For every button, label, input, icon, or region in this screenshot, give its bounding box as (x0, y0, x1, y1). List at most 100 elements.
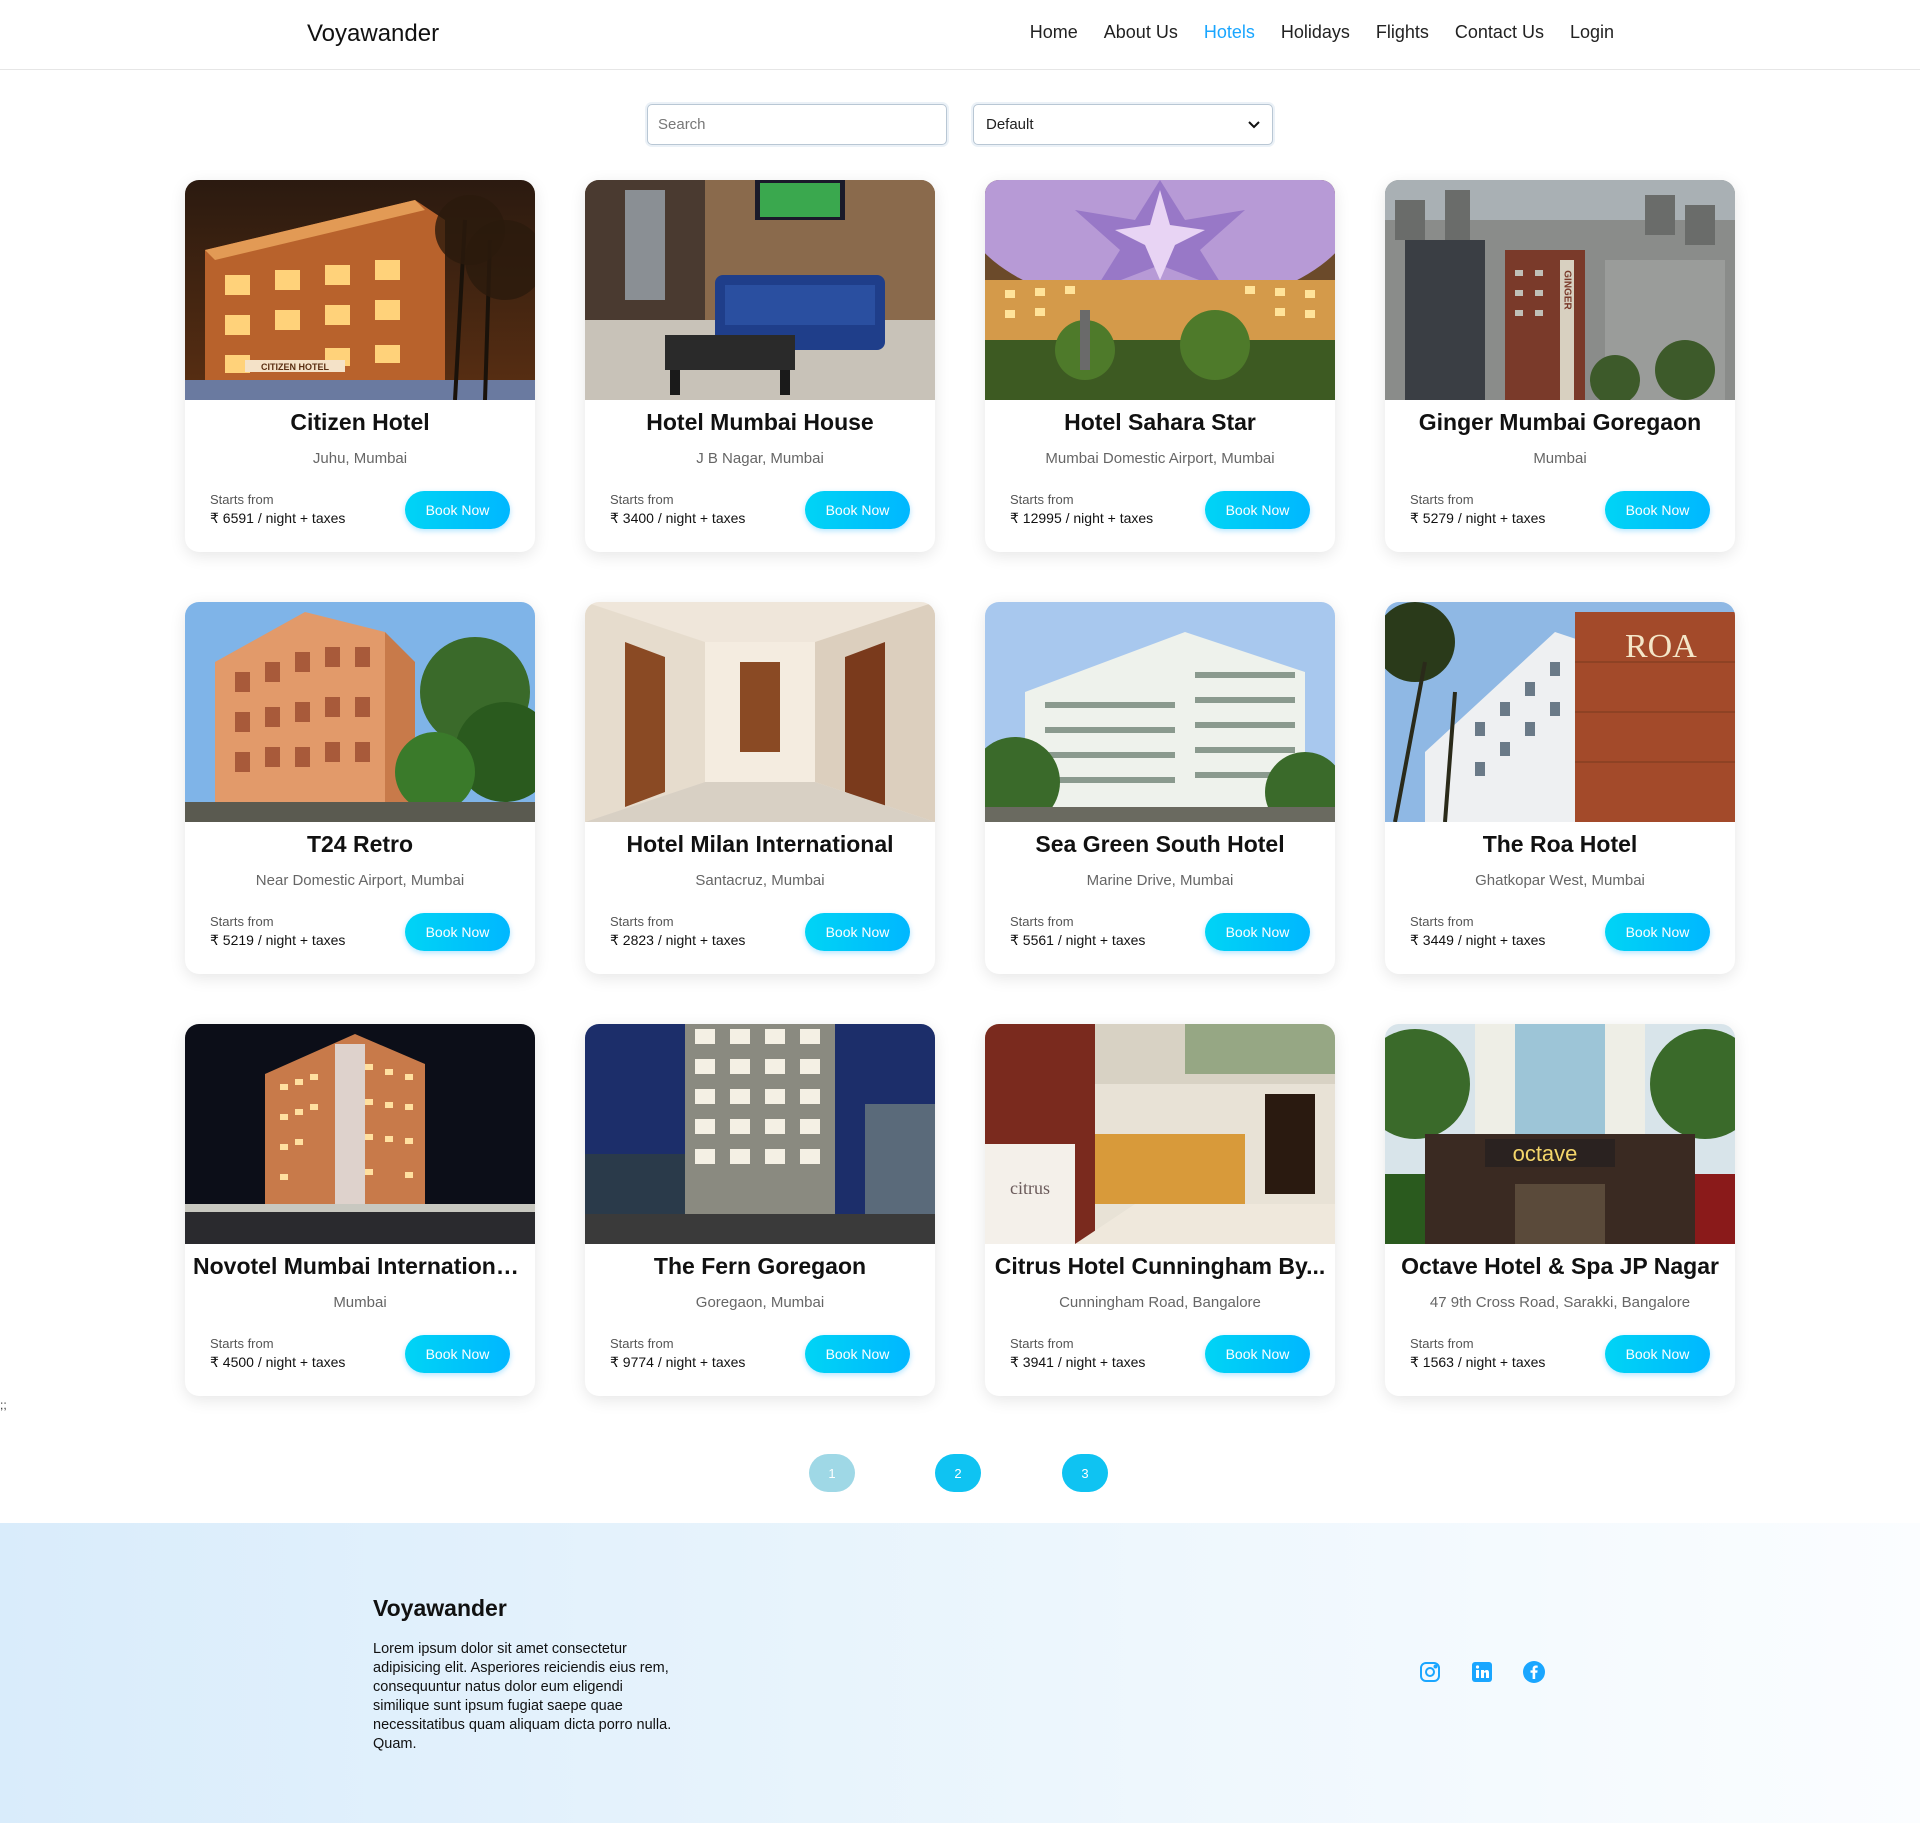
price-value: ₹ 3449 / night + taxes (1410, 932, 1546, 948)
price-value: ₹ 5279 / night + taxes (1410, 510, 1546, 526)
linkedin-icon[interactable] (1470, 1660, 1494, 1684)
hotel-location: Santacruz, Mumbai (695, 872, 825, 889)
price-value: ₹ 9774 / night + taxes (610, 1354, 746, 1370)
hotel-name[interactable]: Hotel Sahara Star (985, 409, 1335, 436)
hotel-card: The Fern Goregaon Goregaon, Mumbai Start… (585, 1024, 935, 1396)
hotel-image[interactable]: ROA (1385, 602, 1735, 822)
price-block: Starts from ₹ 3449 / night + taxes (1410, 914, 1545, 949)
hotel-name[interactable]: T24 Retro (185, 831, 535, 858)
hotel-image[interactable]: CITIZEN HOTEL (185, 180, 535, 400)
search-input[interactable] (647, 104, 947, 145)
hotel-image[interactable] (185, 1024, 535, 1244)
price-label: Starts from (1410, 492, 1474, 507)
hotel-location: Mumbai Domestic Airport, Mumbai (1045, 450, 1275, 467)
page-button-2[interactable]: 2 (935, 1454, 981, 1492)
book-now-button[interactable]: Book Now (805, 491, 910, 529)
price-block: Starts from ₹ 5561 / night + taxes (1010, 914, 1145, 949)
price-label: Starts from (1010, 914, 1074, 929)
hotel-image[interactable] (585, 1024, 935, 1244)
hotel-image[interactable]: GINGER (1385, 180, 1735, 400)
hotel-name[interactable]: The Fern Goregaon (585, 1253, 935, 1280)
price-value: ₹ 6591 / night + taxes (210, 510, 346, 526)
book-now-button[interactable]: Book Now (1205, 491, 1310, 529)
instagram-icon[interactable] (1418, 1660, 1442, 1684)
book-now-button[interactable]: Book Now (1605, 491, 1710, 529)
price-block: Starts from ₹ 2823 / night + taxes (610, 914, 745, 949)
nav-link-login[interactable]: Login (1570, 22, 1614, 43)
hotel-image[interactable] (985, 602, 1335, 822)
hotel-card: GINGER Ginger Mumbai Goregaon Mumbai Sta… (1385, 180, 1735, 552)
footer-description: Lorem ipsum dolor sit amet consectetur a… (373, 1641, 672, 1752)
hotel-name[interactable]: Ginger Mumbai Goregaon (1385, 409, 1735, 436)
hotel-location: Cunningham Road, Bangalore (1059, 1294, 1261, 1311)
book-now-button[interactable]: Book Now (1205, 913, 1310, 951)
nav-link-about-us[interactable]: About Us (1104, 22, 1178, 43)
price-value: ₹ 4500 / night + taxes (210, 1354, 346, 1370)
price-value: ₹ 3941 / night + taxes (1010, 1354, 1146, 1370)
book-now-button[interactable]: Book Now (1605, 1335, 1710, 1373)
price-value: ₹ 5561 / night + taxes (1010, 932, 1146, 948)
price-label: Starts from (610, 914, 674, 929)
hotel-name[interactable]: Hotel Milan International (585, 831, 935, 858)
book-now-button[interactable]: Book Now (1605, 913, 1710, 951)
nav-link-hotels[interactable]: Hotels (1204, 22, 1255, 43)
price-value: ₹ 1563 / night + taxes (1410, 1354, 1546, 1370)
hotel-card: Novotel Mumbai International... Mumbai S… (185, 1024, 535, 1396)
facebook-icon[interactable] (1522, 1660, 1546, 1684)
hotel-image[interactable] (585, 180, 935, 400)
hotel-location: Goregaon, Mumbai (695, 1294, 825, 1311)
book-now-button[interactable]: Book Now (405, 491, 510, 529)
price-value: ₹ 2823 / night + taxes (610, 932, 746, 948)
hotel-name[interactable]: Hotel Mumbai House (585, 409, 935, 436)
hotel-location: Juhu, Mumbai (312, 450, 408, 467)
book-now-button[interactable]: Book Now (405, 1335, 510, 1373)
hotel-image[interactable] (185, 602, 535, 822)
hotel-card: Hotel Milan International Santacruz, Mum… (585, 602, 935, 974)
price-value: ₹ 12995 / night + taxes (1010, 510, 1154, 526)
book-now-button[interactable]: Book Now (805, 1335, 910, 1373)
nav-links: Home About Us Hotels Holidays Flights Co… (1030, 22, 1614, 43)
hotel-card: Hotel Sahara Star Mumbai Domestic Airpor… (985, 180, 1335, 552)
price-label: Starts from (610, 1336, 674, 1351)
sort-select[interactable]: Default (973, 104, 1273, 145)
nav-link-contact-us[interactable]: Contact Us (1455, 22, 1544, 43)
search-row: Default (0, 104, 1920, 146)
hotel-location: Ghatkopar West, Mumbai (1475, 872, 1645, 889)
hotel-location: Near Domestic Airport, Mumbai (255, 872, 465, 889)
hotel-name[interactable]: Sea Green South Hotel (985, 831, 1335, 858)
price-label: Starts from (1010, 1336, 1074, 1351)
hotel-image[interactable]: octave (1385, 1024, 1735, 1244)
nav-link-holidays[interactable]: Holidays (1281, 22, 1350, 43)
hotel-location: 47 9th Cross Road, Sarakki, Bangalore (1429, 1294, 1691, 1311)
ginger-sign-text: GINGER (1562, 270, 1573, 310)
book-now-button[interactable]: Book Now (805, 913, 910, 951)
hotel-image[interactable] (585, 602, 935, 822)
sort-select-value: Default (986, 116, 1034, 133)
hotel-name[interactable]: Citizen Hotel (185, 409, 535, 436)
roa-sign-text: ROA (1625, 628, 1697, 665)
book-now-button[interactable]: Book Now (405, 913, 510, 951)
chevron-down-icon (1248, 118, 1260, 132)
book-now-button[interactable]: Book Now (1205, 1335, 1310, 1373)
price-label: Starts from (1410, 1336, 1474, 1351)
price-label: Starts from (1010, 492, 1074, 507)
navbar: Voyawander Home About Us Hotels Holidays… (0, 0, 1920, 70)
price-block: Starts from ₹ 12995 / night + taxes (1010, 492, 1153, 527)
social-links (1418, 1660, 1546, 1684)
hotel-card: CITIZEN HOTEL Citizen Hotel Juhu, Mumbai… (185, 180, 535, 552)
nav-link-flights[interactable]: Flights (1376, 22, 1429, 43)
price-value: ₹ 5219 / night + taxes (210, 932, 346, 948)
hotel-image[interactable]: citrus (985, 1024, 1335, 1244)
hotel-name[interactable]: Octave Hotel & Spa JP Nagar (1385, 1253, 1735, 1280)
hotel-image[interactable] (985, 180, 1335, 400)
page-button-3[interactable]: 3 (1062, 1454, 1108, 1492)
hotel-name[interactable]: Novotel Mumbai International... (185, 1253, 535, 1280)
hotel-name[interactable]: Citrus Hotel Cunningham By... (985, 1253, 1335, 1280)
brand-logo[interactable]: Voyawander (307, 20, 439, 48)
page-button-1[interactable]: 1 (809, 1454, 855, 1492)
price-label: Starts from (610, 492, 674, 507)
footer-brand: Voyawander (373, 1595, 507, 1621)
hotel-name[interactable]: The Roa Hotel (1385, 831, 1735, 858)
hotel-card: T24 Retro Near Domestic Airport, Mumbai … (185, 602, 535, 974)
nav-link-home[interactable]: Home (1030, 22, 1078, 43)
